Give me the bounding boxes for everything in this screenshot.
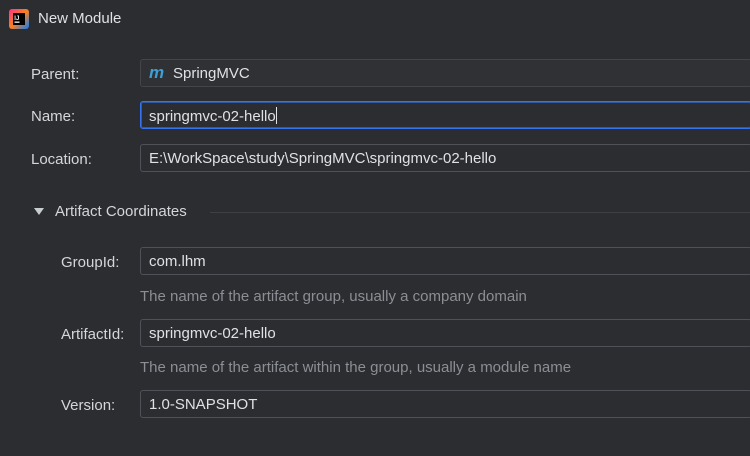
name-label: Name: xyxy=(31,108,76,125)
artifactid-hint: The name of the artifact within the grou… xyxy=(140,359,572,376)
title-bar: IJ New Module xyxy=(0,0,750,38)
location-value: E:\WorkSpace\study\SpringMVC\springmvc-0… xyxy=(149,150,497,167)
artifactid-label: ArtifactId: xyxy=(61,326,125,343)
intellij-idea-icon: IJ xyxy=(9,9,29,29)
artifactid-value: springmvc-02-hello xyxy=(149,325,276,342)
name-value: springmvc-02-hello xyxy=(149,108,276,125)
parent-label: Parent: xyxy=(31,66,80,83)
window-title: New Module xyxy=(38,10,122,27)
groupid-value: com.lhm xyxy=(149,253,206,270)
version-field[interactable]: 1.0-SNAPSHOT xyxy=(140,390,750,418)
text-caret xyxy=(275,107,277,124)
parent-select[interactable]: m SpringMVC xyxy=(140,59,750,87)
groupid-hint: The name of the artifact group, usually … xyxy=(140,288,527,305)
section-title: Artifact Coordinates xyxy=(55,203,187,220)
location-label: Location: xyxy=(31,151,92,168)
version-value: 1.0-SNAPSHOT xyxy=(149,396,258,413)
section-divider xyxy=(210,212,750,213)
svg-text:IJ: IJ xyxy=(14,16,19,22)
artifactid-field[interactable]: springmvc-02-hello xyxy=(140,319,750,347)
name-field[interactable]: springmvc-02-hello xyxy=(140,101,750,129)
version-label: Version: xyxy=(61,397,116,414)
parent-value: SpringMVC xyxy=(173,65,250,82)
groupid-label: GroupId: xyxy=(61,254,120,271)
collapse-triangle-icon xyxy=(34,208,44,215)
groupid-field[interactable]: com.lhm xyxy=(140,247,750,275)
location-field[interactable]: E:\WorkSpace\study\SpringMVC\springmvc-0… xyxy=(140,144,750,172)
maven-m-icon: m xyxy=(149,63,165,82)
